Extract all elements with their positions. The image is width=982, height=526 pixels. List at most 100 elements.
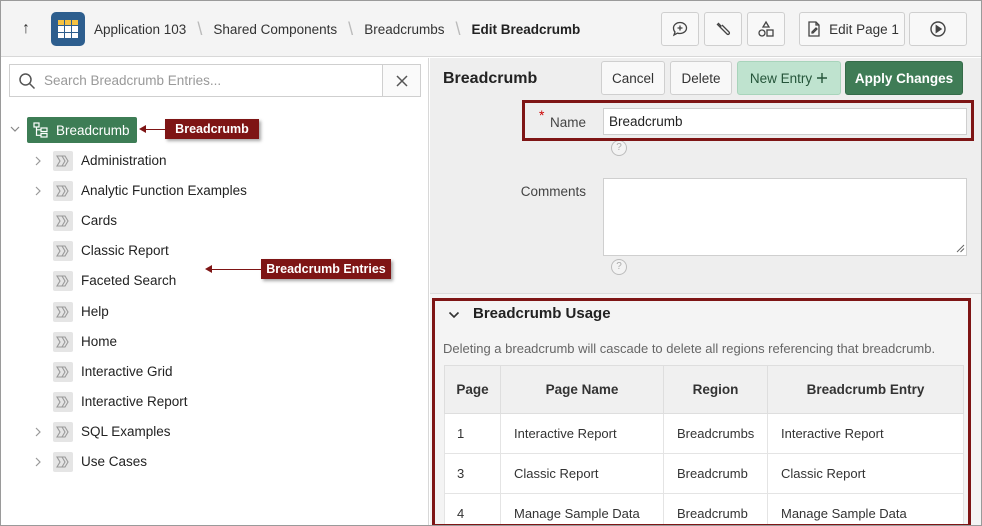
tree-node-label[interactable]: Administration xyxy=(81,153,167,168)
apply-changes-button[interactable]: Apply Changes xyxy=(845,61,963,95)
chevron-right-icon[interactable] xyxy=(33,456,43,468)
cell-page-name: Interactive Report xyxy=(500,413,664,454)
cancel-button[interactable]: Cancel xyxy=(601,61,665,95)
breadcrumb-entry-icon xyxy=(53,211,73,232)
tree-node[interactable]: Cards xyxy=(1,206,421,236)
breadcrumb-entry-icon xyxy=(53,181,73,202)
breadcrumb-entry-icon xyxy=(53,241,73,262)
breadcrumb-entry-icon xyxy=(53,331,73,352)
search-box xyxy=(9,64,383,97)
tree-node[interactable]: SQL Examples xyxy=(1,417,421,447)
breadcrumb-breadcrumbs[interactable]: Breadcrumbs xyxy=(364,22,444,37)
tree-node-label[interactable]: Interactive Grid xyxy=(81,364,173,379)
cell-page[interactable]: 4 xyxy=(444,493,501,525)
new-entry-label: New Entry xyxy=(749,70,813,86)
search-input[interactable] xyxy=(44,73,364,88)
callout-breadcrumb: Breadcrumb xyxy=(165,119,259,139)
shared-components-button[interactable] xyxy=(747,12,785,46)
tree-node[interactable]: Home xyxy=(1,327,421,357)
column-header-breadcrumb-entry[interactable]: Breadcrumb Entry xyxy=(767,365,964,414)
breadcrumb-separator: \ xyxy=(197,18,203,39)
close-icon xyxy=(395,74,408,87)
cell-region: Breadcrumb xyxy=(663,493,768,525)
cell-page-name: Classic Report xyxy=(500,453,664,494)
help-icon[interactable]: ? xyxy=(611,259,627,275)
tree-node-label[interactable]: SQL Examples xyxy=(81,424,171,439)
table-row[interactable]: 1 Interactive Report Breadcrumbs Interactiv… xyxy=(444,413,964,454)
usage-description: Deleting a breadcrumb will cascade to de… xyxy=(443,341,936,356)
resize-grip-icon[interactable] xyxy=(956,244,965,253)
tree-node-label[interactable]: Faceted Search xyxy=(81,273,176,288)
usage-table: Page Page Name Region Breadcrumb Entry 1… xyxy=(444,365,964,525)
cell-page-name: Manage Sample Data xyxy=(500,493,664,525)
tree-root-label: Breadcrumb xyxy=(56,122,130,138)
tree-node-label[interactable]: Interactive Report xyxy=(81,394,188,409)
tree-node[interactable]: Analytic Function Examples xyxy=(1,176,421,206)
breadcrumb: Application 103 \ Shared Components \ Br… xyxy=(94,1,580,57)
shapes-icon xyxy=(758,20,774,37)
column-header-page[interactable]: Page xyxy=(444,365,501,414)
tree-root-breadcrumb[interactable]: Breadcrumb xyxy=(27,117,137,143)
breadcrumb-application[interactable]: Application 103 xyxy=(94,22,186,37)
tree-node[interactable]: Use Cases xyxy=(1,447,421,477)
up-arrow-icon[interactable]: ↑ xyxy=(15,17,37,41)
callout-arrow-line xyxy=(211,269,261,270)
usage-table-body: 1 Interactive Report Breadcrumbs Interactiv… xyxy=(444,413,964,525)
chevron-down-icon[interactable] xyxy=(9,123,21,135)
breadcrumb-separator: \ xyxy=(348,18,354,39)
tree-node-label[interactable]: Help xyxy=(81,304,109,319)
add-comment-icon xyxy=(672,21,688,37)
play-icon xyxy=(930,21,946,37)
column-header-page-name[interactable]: Page Name xyxy=(500,365,664,414)
wrench-icon xyxy=(716,22,731,36)
callout-breadcrumb-entries: Breadcrumb Entries xyxy=(261,259,391,279)
help-icon[interactable]: ? xyxy=(611,140,627,156)
edit-page-button[interactable]: Edit Page 1 xyxy=(799,12,905,46)
tree-node-label[interactable]: Classic Report xyxy=(81,243,169,258)
app-frame: ↑ Application 103 \ Shared Components \ … xyxy=(0,0,982,526)
tree-node[interactable]: Help xyxy=(1,297,421,327)
chevron-right-icon[interactable] xyxy=(33,155,43,167)
table-header-row: Page Page Name Region Breadcrumb Entry xyxy=(444,365,964,414)
hierarchy-icon xyxy=(33,122,48,138)
breadcrumb-shared-components[interactable]: Shared Components xyxy=(213,22,337,37)
tree-node[interactable]: Interactive Report xyxy=(1,387,421,417)
tree-node-label[interactable]: Home xyxy=(81,334,117,349)
chevron-down-icon[interactable] xyxy=(448,310,460,320)
name-field[interactable] xyxy=(603,108,967,135)
column-header-region[interactable]: Region xyxy=(663,365,768,414)
comments-label: Comments xyxy=(520,184,586,199)
cell-region: Breadcrumbs xyxy=(663,413,768,454)
table-row[interactable]: 3 Classic Report Breadcrumb Classic Report xyxy=(444,453,964,494)
tree-node[interactable]: Administration xyxy=(1,146,421,176)
callout-arrow-head xyxy=(205,265,212,273)
new-entry-button[interactable]: New Entry xyxy=(737,61,841,95)
callout-arrow-line xyxy=(145,129,165,130)
callout-arrow-head xyxy=(139,125,146,133)
edit-pane: Breadcrumb Cancel Delete New Entry Apply… xyxy=(430,58,981,525)
table-row[interactable]: 4 Manage Sample Data Breadcrumb Manage Samp… xyxy=(444,493,964,525)
comments-field[interactable] xyxy=(603,178,967,256)
chevron-right-icon[interactable] xyxy=(33,426,43,438)
utilities-button[interactable] xyxy=(704,12,742,46)
chevron-right-icon[interactable] xyxy=(33,185,43,197)
page-edit-icon xyxy=(808,21,820,37)
cell-region: Breadcrumb xyxy=(663,453,768,494)
tree-node-label[interactable]: Use Cases xyxy=(81,454,147,469)
breadcrumb-entry-icon xyxy=(53,391,73,412)
tree-node[interactable]: Interactive Grid xyxy=(1,357,421,387)
tree-node-label[interactable]: Analytic Function Examples xyxy=(81,183,247,198)
run-page-button[interactable] xyxy=(909,12,967,46)
cell-breadcrumb-entry: Manage Sample Data xyxy=(767,493,964,525)
breadcrumb-entry-icon xyxy=(53,301,73,322)
cell-page[interactable]: 1 xyxy=(444,413,501,454)
cell-page[interactable]: 3 xyxy=(444,453,501,494)
delete-button[interactable]: Delete xyxy=(670,61,732,95)
breadcrumb-entry-icon xyxy=(53,452,73,472)
tree-node-label[interactable]: Cards xyxy=(81,213,117,228)
comments-button[interactable] xyxy=(661,12,699,46)
usage-title: Breadcrumb Usage xyxy=(473,305,611,322)
clear-search-button[interactable] xyxy=(382,64,421,97)
application-icon[interactable] xyxy=(51,12,85,46)
search-icon xyxy=(10,72,44,90)
